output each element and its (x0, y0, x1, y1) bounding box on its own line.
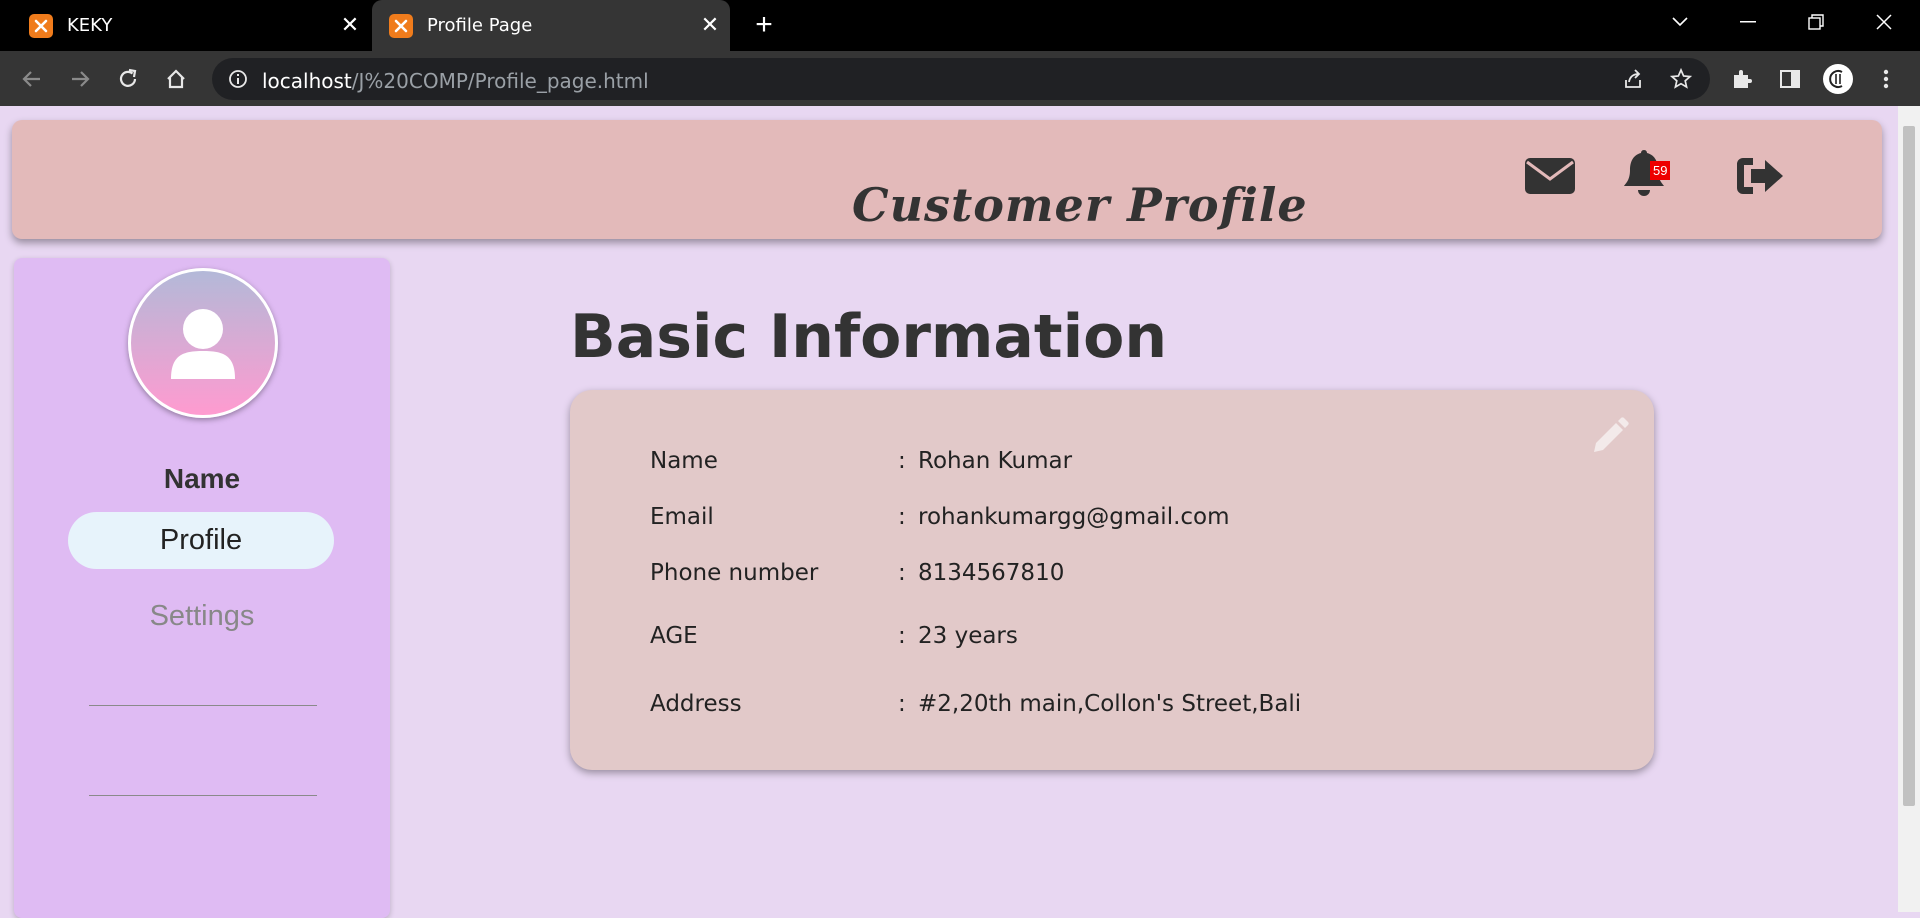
bookmark-star-icon[interactable] (1669, 67, 1693, 95)
envelope-icon[interactable] (1525, 156, 1575, 196)
page-header: Customer Profile 59 (12, 120, 1882, 239)
minimize-icon[interactable] (1720, 0, 1776, 44)
tab-search-icon[interactable] (1652, 0, 1708, 44)
url-text: localhost/J%20COMP/Profile_page.html (262, 69, 649, 93)
browser-menu-icon[interactable] (1868, 61, 1904, 97)
field-label: AGE (650, 623, 698, 649)
scrollbar-thumb[interactable] (1903, 126, 1915, 806)
edit-pencil-icon[interactable] (1590, 416, 1630, 461)
xampp-favicon-icon (29, 13, 53, 38)
extensions-puzzle-icon[interactable] (1724, 61, 1760, 97)
tab-title: Profile Page (427, 15, 533, 36)
forward-arrow-icon[interactable] (62, 61, 98, 97)
tab-title: KEKY (67, 15, 113, 36)
url-path: /J%20COMP/Profile_page.html (351, 69, 649, 93)
browser-tab-keky[interactable]: KEKY ✕ (0, 0, 370, 51)
restore-icon[interactable] (1788, 0, 1844, 44)
home-icon[interactable] (158, 61, 194, 97)
back-arrow-icon[interactable] (14, 61, 50, 97)
field-value: rohankumargg@gmail.com (918, 504, 1230, 530)
field-value: #2,20th main,Collon's Street,Bali (918, 691, 1302, 717)
basic-info-card: Name : Rohan Kumar Email : rohankumargg@… (570, 390, 1654, 770)
field-label: Phone number (650, 560, 819, 586)
site-info-icon[interactable] (228, 69, 248, 94)
field-value: 23 years (918, 623, 1018, 649)
browser-tab-strip: KEKY ✕ Profile Page ✕ + (0, 0, 1920, 51)
sidebar-item-settings[interactable]: Settings (14, 600, 390, 633)
page-scrollbar[interactable] (1898, 106, 1920, 912)
user-avatar-icon (128, 268, 278, 418)
new-tab-button[interactable]: + (748, 8, 780, 42)
field-label: Name (650, 448, 718, 474)
close-tab-icon[interactable]: ✕ (690, 0, 730, 51)
close-window-icon[interactable] (1856, 0, 1912, 44)
notification-badge: 59 (1650, 161, 1671, 180)
field-separator: : (898, 691, 906, 717)
profile-avatar-icon[interactable] (1820, 61, 1856, 97)
side-panel-icon[interactable] (1772, 61, 1808, 97)
reload-icon[interactable] (110, 61, 146, 97)
browser-toolbar: localhost/J%20COMP/Profile_page.html (0, 51, 1920, 106)
sidebar-divider (89, 795, 317, 796)
sidebar-user-name: Name (163, 463, 241, 494)
share-icon[interactable] (1622, 68, 1644, 95)
browser-tab-profile-page[interactable]: Profile Page ✕ (372, 0, 730, 51)
url-host: localhost (262, 69, 352, 93)
page-title: Customer Profile (852, 178, 1308, 232)
address-bar[interactable]: localhost/J%20COMP/Profile_page.html (212, 58, 1710, 100)
section-heading: Basic Information (570, 302, 1168, 372)
sidebar-divider (89, 705, 317, 706)
close-tab-icon[interactable]: ✕ (330, 0, 370, 51)
sidebar: Name Profile Settings (14, 258, 390, 918)
field-separator: : (898, 448, 906, 474)
field-separator: : (898, 623, 906, 649)
field-label: Address (650, 691, 742, 717)
field-value: 8134567810 (918, 560, 1065, 586)
field-separator: : (898, 504, 906, 530)
page-viewport: Customer Profile 59 Name Profile Setting… (0, 106, 1898, 918)
logout-icon[interactable] (1735, 156, 1785, 196)
field-separator: : (898, 560, 906, 586)
xampp-favicon-icon (389, 13, 413, 38)
sidebar-item-profile[interactable]: Profile (68, 512, 334, 569)
field-label: Email (650, 504, 714, 530)
field-value: Rohan Kumar (918, 448, 1073, 474)
